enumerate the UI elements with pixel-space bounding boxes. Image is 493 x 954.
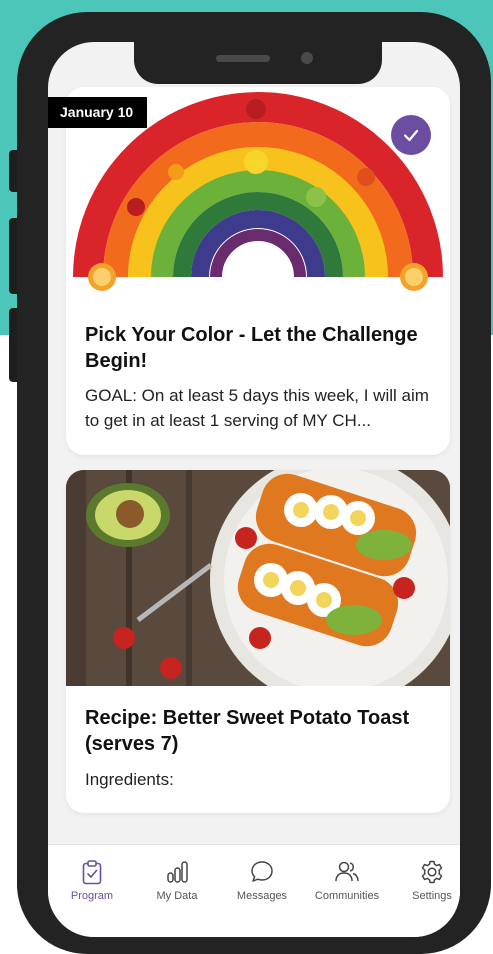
- front-camera: [301, 52, 313, 64]
- completed-check-icon: [391, 115, 431, 155]
- phone-notch: [134, 42, 382, 84]
- gear-icon: [421, 860, 443, 884]
- tab-label: My Data: [156, 890, 198, 902]
- tab-my-data[interactable]: My Data: [137, 859, 217, 902]
- clipboard-check-icon: [82, 860, 102, 885]
- speaker-grille: [216, 55, 270, 62]
- tab-label: Program: [70, 890, 114, 902]
- tab-settings[interactable]: Settings: [392, 859, 460, 902]
- people-icon: [335, 861, 359, 882]
- tab-label: Messages: [236, 890, 288, 902]
- date-badge: January 10: [48, 97, 148, 128]
- tab-program[interactable]: Program: [52, 859, 132, 902]
- card-title: Pick Your Color - Let the Challenge Begi…: [85, 324, 418, 372]
- bottom-tab-bar: Program My Data Messages Communities Set…: [48, 844, 460, 937]
- sweet-potato-toast-image: [66, 470, 450, 686]
- phone-frame: Pick Your Color - Let the Challenge Begi…: [17, 12, 491, 954]
- card-description: Ingredients:: [85, 770, 174, 789]
- bar-chart-icon: [167, 861, 188, 883]
- program-card-recipe[interactable]: Recipe: Better Sweet Potato Toast (serve…: [66, 470, 450, 813]
- card-description: GOAL: On at least 5 days this week, I wi…: [85, 386, 429, 430]
- tab-messages[interactable]: Messages: [222, 859, 302, 902]
- card-title: Recipe: Better Sweet Potato Toast (serve…: [85, 707, 410, 755]
- tab-label: Communities: [314, 890, 380, 902]
- tab-communities[interactable]: Communities: [307, 859, 387, 902]
- phone-screen: Pick Your Color - Let the Challenge Begi…: [48, 42, 460, 937]
- chat-bubble-icon: [251, 861, 273, 882]
- tab-label: Settings: [412, 890, 452, 902]
